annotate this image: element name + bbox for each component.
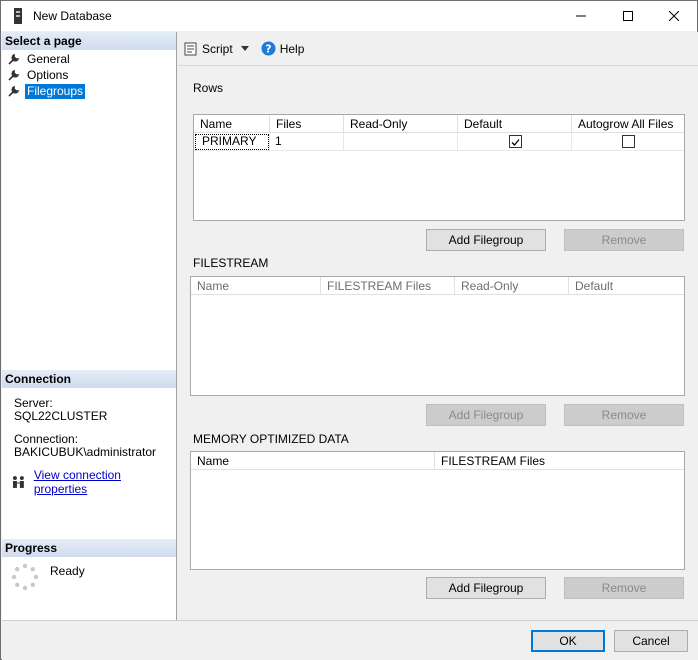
help-button[interactable]: ? Help bbox=[261, 41, 305, 56]
page-item-options[interactable]: Options bbox=[8, 67, 70, 83]
select-page-header: Select a page bbox=[2, 32, 176, 50]
script-icon bbox=[184, 42, 197, 55]
memory-optimized-section-label: MEMORY OPTIMIZED DATA bbox=[193, 432, 349, 446]
progress-spinner-icon bbox=[11, 563, 39, 591]
memory-remove-button[interactable]: Remove bbox=[564, 577, 684, 599]
script-button[interactable]: Script bbox=[184, 42, 233, 56]
column-header[interactable]: Name bbox=[191, 452, 435, 469]
table-row[interactable]: PRIMARY 1 bbox=[194, 133, 684, 151]
rows-remove-button[interactable]: Remove bbox=[564, 229, 684, 251]
checkmark-icon bbox=[511, 139, 520, 146]
filestream-add-filegroup-button[interactable]: Add Filegroup bbox=[426, 404, 546, 426]
rows-section-label: Rows bbox=[193, 81, 224, 95]
script-dropdown[interactable] bbox=[240, 45, 249, 52]
title-bar[interactable]: New Database bbox=[1, 1, 697, 31]
filegroup-name-cell[interactable]: PRIMARY bbox=[194, 133, 270, 151]
wrench-icon bbox=[8, 53, 20, 65]
rows-add-filegroup-button[interactable]: Add Filegroup bbox=[426, 229, 546, 251]
dialog-footer: OK Cancel bbox=[2, 620, 698, 660]
default-checkbox[interactable] bbox=[508, 135, 522, 148]
svg-text:?: ? bbox=[265, 43, 271, 56]
close-icon bbox=[669, 11, 679, 21]
column-header[interactable]: Autogrow All Files bbox=[572, 115, 684, 132]
right-pane: Script ? Help Rows Name Files Read-Only bbox=[178, 32, 698, 620]
filegroup-default-cell[interactable] bbox=[458, 133, 572, 151]
filegroup-readonly-cell[interactable] bbox=[344, 133, 458, 151]
filegroup-autogrow-cell[interactable] bbox=[572, 133, 684, 151]
window-title: New Database bbox=[33, 9, 112, 23]
wrench-icon bbox=[8, 69, 20, 81]
left-pane: Select a page General Options Filegroups… bbox=[2, 32, 177, 620]
close-button[interactable] bbox=[651, 1, 697, 31]
memory-add-filegroup-button[interactable]: Add Filegroup bbox=[426, 577, 546, 599]
progress-header: Progress bbox=[2, 539, 176, 557]
filestream-section-label: FILESTREAM bbox=[193, 256, 269, 270]
column-header[interactable]: Files bbox=[270, 115, 344, 132]
connection-value: BAKICUBUK\administrator bbox=[14, 445, 157, 459]
column-header[interactable]: FILESTREAM Files bbox=[435, 452, 684, 469]
filestream-remove-button[interactable]: Remove bbox=[564, 404, 684, 426]
toolbar: Script ? Help bbox=[178, 32, 698, 66]
page-item-filegroups[interactable]: Filegroups bbox=[8, 83, 86, 99]
filegroups-content: Rows Name Files Read-Only Default Autogr… bbox=[178, 68, 698, 620]
maximize-icon bbox=[623, 11, 633, 21]
filestream-grid-header: Name FILESTREAM Files Read-Only Default bbox=[191, 277, 684, 295]
rows-grid[interactable]: Name Files Read-Only Default Autogrow Al… bbox=[193, 114, 685, 221]
dialog-window: New Database Select a page General Optio… bbox=[0, 0, 698, 660]
page-item-general[interactable]: General bbox=[8, 51, 72, 67]
view-connection-properties[interactable]: View connection properties bbox=[11, 468, 176, 496]
cancel-button[interactable]: Cancel bbox=[614, 630, 688, 652]
column-header[interactable]: FILESTREAM Files bbox=[321, 277, 455, 294]
memory-optimized-grid-header: Name FILESTREAM Files bbox=[191, 452, 684, 470]
filestream-grid[interactable]: Name FILESTREAM Files Read-Only Default bbox=[190, 276, 685, 396]
database-icon bbox=[10, 8, 26, 24]
filegroup-files-cell[interactable]: 1 bbox=[270, 133, 344, 151]
minimize-button[interactable] bbox=[558, 1, 604, 31]
maximize-button[interactable] bbox=[605, 1, 651, 31]
autogrow-checkbox[interactable] bbox=[622, 135, 635, 148]
help-label: Help bbox=[279, 41, 305, 56]
script-label: Script bbox=[202, 41, 233, 56]
connection-header: Connection bbox=[2, 370, 176, 388]
memory-optimized-grid[interactable]: Name FILESTREAM Files bbox=[190, 451, 685, 570]
server-value: SQL22CLUSTER bbox=[14, 409, 108, 423]
page-item-label: Filegroups bbox=[25, 83, 86, 99]
minimize-icon bbox=[576, 15, 586, 17]
connection-properties-icon bbox=[12, 476, 24, 488]
page-item-label: General bbox=[27, 51, 70, 66]
help-icon: ? bbox=[261, 41, 276, 56]
column-header[interactable]: Read-Only bbox=[344, 115, 458, 132]
ok-button[interactable]: OK bbox=[531, 630, 605, 652]
column-header[interactable]: Name bbox=[191, 277, 321, 294]
progress-status: Ready bbox=[50, 564, 85, 578]
wrench-icon bbox=[8, 85, 20, 97]
column-header[interactable]: Default bbox=[458, 115, 572, 132]
column-header[interactable]: Name bbox=[194, 115, 270, 132]
page-item-label: Options bbox=[27, 67, 69, 82]
column-header[interactable]: Default bbox=[569, 277, 684, 294]
chevron-down-icon bbox=[240, 45, 249, 51]
rows-grid-header: Name Files Read-Only Default Autogrow Al… bbox=[194, 115, 684, 133]
view-connection-properties-link[interactable]: View connection properties bbox=[34, 468, 176, 496]
column-header[interactable]: Read-Only bbox=[455, 277, 569, 294]
